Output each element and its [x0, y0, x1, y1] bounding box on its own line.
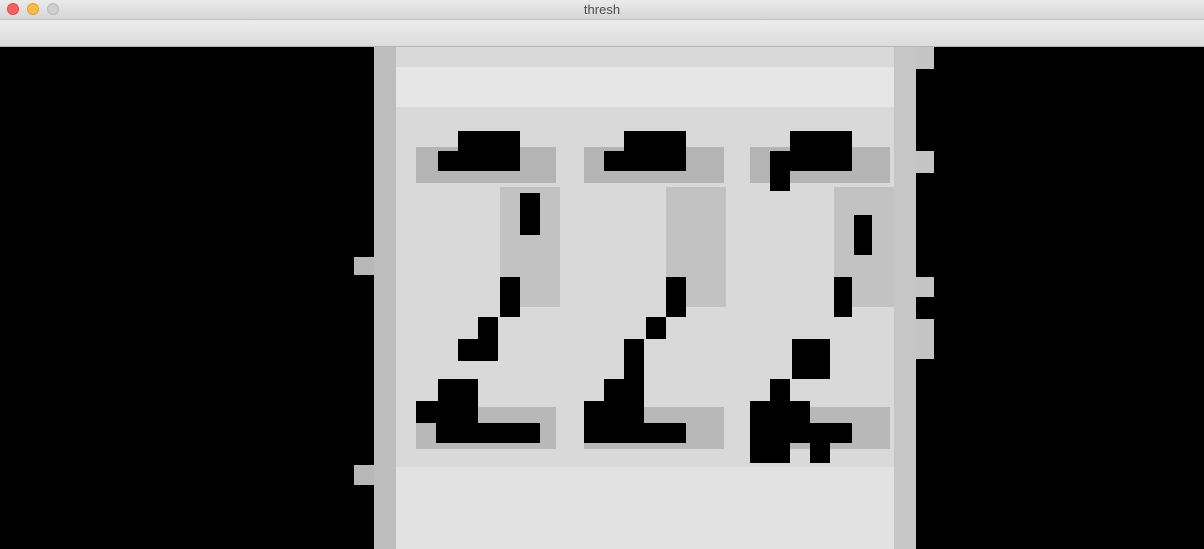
app-window: thresh	[0, 0, 1204, 549]
toolbar	[0, 20, 1204, 47]
thresholded-image	[354, 47, 934, 549]
edge-nub	[354, 257, 374, 275]
edge-nub	[916, 319, 934, 359]
image-canvas	[0, 47, 1204, 549]
panel-left-edge	[374, 47, 396, 549]
panel-top-band	[396, 67, 894, 107]
window-title: thresh	[583, 2, 621, 17]
title-bar[interactable]: thresh	[0, 0, 1204, 20]
edge-nub	[354, 465, 374, 485]
panel-right-edge	[894, 47, 916, 549]
edge-nub	[916, 277, 934, 297]
panel-bottom-band	[396, 467, 894, 549]
edge-nub	[916, 47, 934, 69]
edge-nub	[916, 151, 934, 173]
